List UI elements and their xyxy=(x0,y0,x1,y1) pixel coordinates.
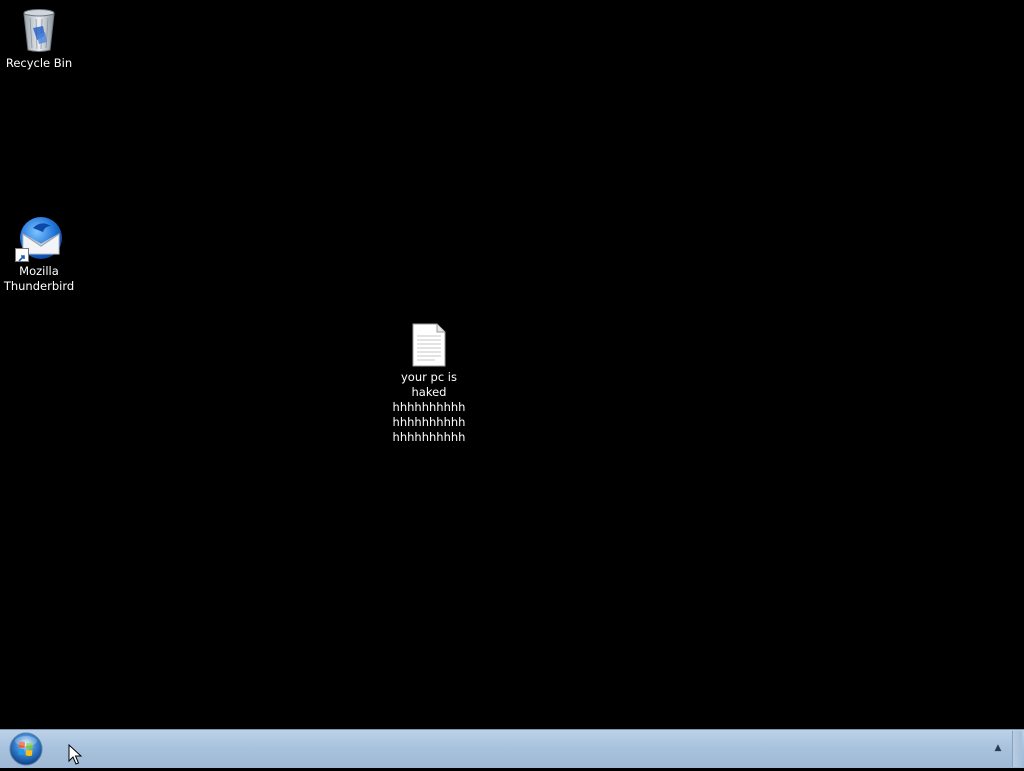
desktop-icon-text-file[interactable]: your pc is haked hhhhhhhhhh hhhhhhhhhh h… xyxy=(391,322,467,445)
desktop-icon-label: your pc is haked hhhhhhhhhh hhhhhhhhhh h… xyxy=(392,370,466,444)
desktop-icon-label: Mozilla Thunderbird xyxy=(3,264,75,293)
chevron-up-icon[interactable]: ▲ xyxy=(990,740,1006,756)
windows-start-orb-icon xyxy=(9,732,43,766)
desktop-icon-recycle-bin[interactable]: Recycle Bin xyxy=(1,6,77,71)
desktop: Recycle Bin Mozilla Thunderbird your pc … xyxy=(0,0,1024,729)
show-desktop-button[interactable] xyxy=(1012,731,1022,767)
shortcut-arrow-icon xyxy=(15,248,29,262)
desktop-icon-label: Recycle Bin xyxy=(5,56,73,70)
taskbar: ▲ xyxy=(0,729,1024,768)
desktop-icon-thunderbird[interactable]: Mozilla Thunderbird xyxy=(1,214,77,294)
start-button[interactable] xyxy=(7,731,45,767)
text-document-icon xyxy=(409,322,449,368)
recycle-bin-icon xyxy=(15,6,63,54)
thunderbird-icon xyxy=(15,214,63,262)
